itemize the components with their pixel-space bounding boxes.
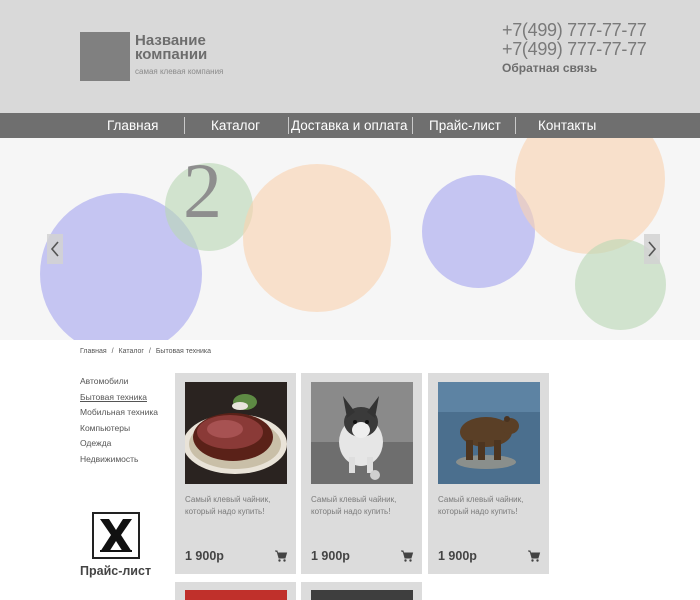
breadcrumb-home[interactable]: Главная	[80, 348, 107, 355]
product-description: Самый клевый чайник, который надо купить…	[311, 495, 397, 516]
product-card[interactable]: Самый клевый чайник, который надо купить…	[428, 373, 549, 574]
nav-item-home[interactable]: Главная	[107, 113, 158, 138]
decorative-circle	[243, 164, 391, 312]
breadcrumb-current: Бытовая техника	[155, 348, 211, 355]
decorative-circle	[515, 138, 665, 254]
company-logo[interactable]	[80, 32, 130, 81]
chevron-left-icon	[50, 241, 59, 257]
product-description: Самый клевый чайник, который надо купить…	[185, 495, 271, 516]
banner-slider[interactable]: 2	[0, 138, 700, 340]
phone-number-2[interactable]: +7(499) 777-77-77	[502, 40, 647, 59]
product-card[interactable]	[301, 582, 422, 600]
sidebar-item-realestate[interactable]: Недвижимость	[80, 452, 158, 468]
main-nav: Главная Каталог Доставка и оплата Прайс-…	[0, 113, 700, 138]
breadcrumb-catalog[interactable]: Каталог	[119, 348, 144, 355]
slider-prev-button[interactable]	[47, 234, 63, 264]
slider-next-button[interactable]	[644, 234, 660, 264]
product-image-corgi[interactable]	[311, 382, 413, 484]
product-price: 1 900р	[311, 549, 350, 563]
cart-icon	[401, 550, 414, 562]
category-sidebar: Автомобили Бытовая техника Мобильная тех…	[80, 374, 158, 467]
product-card[interactable]: Самый клевый чайник, который надо купить…	[301, 373, 422, 574]
product-description: Самый клевый чайник, который надо купить…	[438, 495, 524, 516]
excel-icon	[92, 512, 140, 559]
breadcrumb-separator: /	[111, 348, 114, 355]
product-price: 1 900р	[438, 549, 477, 563]
product-card[interactable]	[175, 582, 296, 600]
product-image-steak[interactable]	[185, 382, 287, 484]
nav-item-delivery[interactable]: Доставка и оплата	[291, 113, 407, 138]
feedback-link[interactable]: Обратная связь	[502, 61, 597, 75]
product-image[interactable]	[185, 590, 287, 600]
product-image-bear[interactable]	[438, 382, 540, 484]
sidebar-item-appliances[interactable]: Бытовая техника	[80, 390, 158, 406]
company-name[interactable]: Название компании	[135, 33, 235, 62]
nav-item-catalog[interactable]: Каталог	[211, 113, 260, 138]
chevron-right-icon	[648, 241, 657, 257]
cart-icon	[528, 550, 541, 562]
product-card[interactable]: Самый клевый чайник, который надо купить…	[175, 373, 296, 574]
nav-item-pricelist[interactable]: Прайс-лист	[429, 113, 501, 138]
nav-separator	[288, 117, 289, 134]
sidebar-item-clothing[interactable]: Одежда	[80, 436, 158, 452]
slide-number: 2	[183, 147, 222, 234]
phone-number-1[interactable]: +7(499) 777-77-77	[502, 21, 647, 40]
sidebar-item-cars[interactable]: Автомобили	[80, 374, 158, 390]
product-price: 1 900р	[185, 549, 224, 563]
cart-icon	[275, 550, 288, 562]
header: Название компании самая клевая компания …	[0, 0, 700, 113]
breadcrumb-separator: /	[148, 348, 151, 355]
nav-separator	[412, 117, 413, 134]
company-tagline: самая клевая компания	[135, 67, 224, 76]
sidebar-item-computers[interactable]: Компьютеры	[80, 421, 158, 437]
pricelist-label[interactable]: Прайс-лист	[80, 564, 151, 578]
nav-separator	[515, 117, 516, 134]
add-to-cart-button[interactable]	[274, 549, 288, 563]
add-to-cart-button[interactable]	[527, 549, 541, 563]
nav-item-contacts[interactable]: Контакты	[538, 113, 596, 138]
breadcrumb: Главная / Каталог / Бытовая техника	[80, 348, 214, 355]
product-image[interactable]	[311, 590, 413, 600]
nav-separator	[184, 117, 185, 134]
sidebar-item-mobile[interactable]: Мобильная техника	[80, 405, 158, 421]
add-to-cart-button[interactable]	[400, 549, 414, 563]
